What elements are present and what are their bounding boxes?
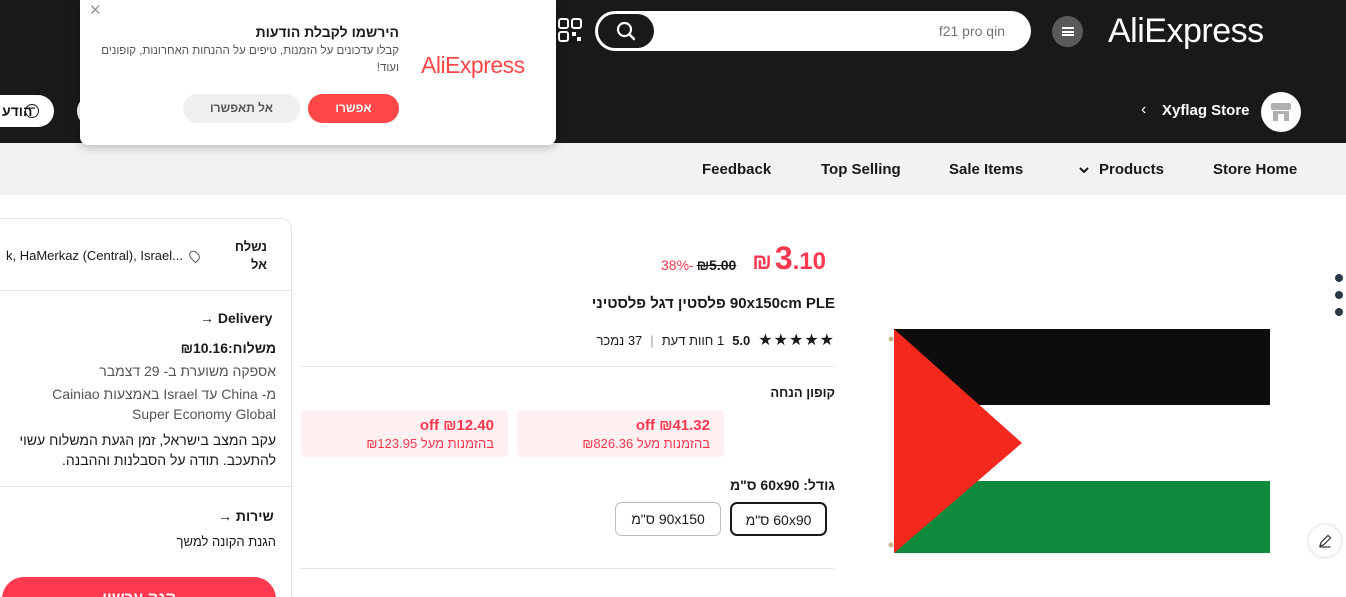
discount-percent: 38%-: [661, 257, 694, 273]
separator: |: [650, 332, 654, 348]
coupon-label: קופון הנחה: [770, 385, 835, 400]
menu-button[interactable]: [1052, 16, 1083, 47]
search-button[interactable]: [598, 14, 654, 48]
nav-sale-items[interactable]: Sale Items: [949, 161, 1023, 178]
size-label: גודל: 60x90 ס"מ: [729, 477, 835, 493]
menu-icon: [1061, 27, 1074, 36]
divider: [300, 568, 834, 569]
price-dec: .10: [792, 248, 826, 275]
ship-address[interactable]: k, HaMerkaz (Central), Israel...: [6, 248, 202, 263]
aliexpress-logo[interactable]: AliExpress: [1108, 12, 1264, 51]
search-bar: [595, 11, 1031, 51]
edit-button[interactable]: [1309, 525, 1341, 557]
arrow-right-icon: →: [200, 310, 214, 326]
search-input[interactable]: [665, 19, 1005, 43]
qr-code-icon[interactable]: [558, 18, 582, 42]
shipping-cost: משלוח:₪10.16: [180, 340, 276, 356]
sold-count: 37 נמכר: [596, 332, 643, 348]
divider: [300, 366, 834, 367]
shipping-notice: עקב המצב בישראל, זמן הגעת המשלוח עשוי לה…: [19, 432, 276, 468]
reviews-count[interactable]: 1 חוות דעת: [662, 333, 725, 348]
close-icon[interactable]: ✕: [89, 1, 102, 19]
coupon-amount: ₪41.32 off: [635, 417, 710, 434]
pencil-icon: [1319, 534, 1332, 548]
nav-top-selling[interactable]: Top Selling: [821, 161, 901, 178]
side-dots[interactable]: [1335, 274, 1343, 325]
chevron-left-icon[interactable]: ‹: [1141, 101, 1146, 119]
buy-now-button[interactable]: קנה עכשיו: [2, 577, 276, 597]
size-option[interactable]: 90x150 ס"מ: [615, 502, 721, 536]
nav-feedback[interactable]: Feedback: [702, 161, 771, 178]
store-avatar[interactable]: [1261, 92, 1301, 132]
delivery-label: Delivery: [217, 310, 273, 326]
coupon-card[interactable]: ₪12.40 off בהזמנות מעל ₪123.95: [301, 410, 508, 457]
search-icon: [616, 21, 636, 41]
rating-score: 5.0: [732, 332, 751, 348]
rating-row[interactable]: ★★★★★ 5.0 1 חוות דעת | 37 נמכר: [596, 330, 835, 350]
service-label: שירות: [235, 508, 274, 524]
price-currency: ₪: [752, 249, 772, 274]
ship-to-label: נשלח אל: [234, 239, 267, 272]
store-name[interactable]: Xyflag Store: [1162, 102, 1250, 119]
popup-logo: AliExpress: [421, 52, 525, 78]
deny-button[interactable]: אל תאפשרו: [183, 94, 300, 123]
popup-body: קבלו עדכונים על הזמנות, טיפים על ההנחות …: [101, 45, 399, 74]
coupon-amount: ₪12.40 off: [419, 417, 494, 434]
arrow-right-icon: →: [218, 508, 232, 524]
original-price: ₪5.00: [696, 257, 737, 273]
size-option-selected[interactable]: 60x90 ס"מ: [730, 502, 827, 536]
star-rating-icon: ★★★★★: [758, 332, 835, 349]
popup-title: הירשמו לקבלת הודעות: [255, 24, 399, 40]
delivery-title[interactable]: → Delivery: [200, 310, 272, 326]
address-text: k, HaMerkaz (Central), Israel...: [6, 248, 183, 263]
nav-store-home[interactable]: Store Home: [1213, 161, 1297, 178]
chat-icon: •••: [25, 104, 39, 118]
old-price: 38%- ₪5.00: [661, 257, 736, 273]
messages-button[interactable]: הודע •••: [0, 95, 54, 127]
coupon-condition: בהזמנות מעל ₪123.95: [366, 436, 494, 451]
divider: [0, 290, 292, 291]
buyer-protection: הגנת הקונה למשך: [176, 534, 276, 549]
product-image[interactable]: [888, 329, 1270, 553]
store-nav: Store Home Products Sale Items Top Selli…: [0, 143, 1346, 195]
divider: [0, 486, 292, 487]
coupon-condition: בהזמנות מעל ₪826.36: [582, 436, 710, 451]
delivery-eta: אספקה משוערת ב- 29 דצמבר: [99, 363, 276, 379]
service-title[interactable]: → שירות: [218, 508, 274, 524]
chevron-down-icon[interactable]: [1078, 164, 1090, 176]
store-icon: [1271, 103, 1291, 121]
coupon-card[interactable]: ₪41.32 off בהזמנות מעל ₪826.36: [517, 410, 724, 457]
allow-button[interactable]: אפשרו: [308, 94, 399, 123]
notification-popup: ✕ הירשמו לקבלת הודעות קבלו עדכונים על הז…: [80, 0, 556, 145]
price: ₪ 3 .10: [752, 240, 826, 277]
product-title: 90x150cm PLE פלסטין דגל פלסטיני: [591, 295, 835, 312]
palestine-flag-image: [888, 329, 1270, 553]
nav-products[interactable]: Products: [1099, 161, 1164, 178]
shipping-route: מ- China עד Israel באמצעות Cainiao Super…: [52, 386, 276, 422]
price-int: 3: [774, 240, 793, 276]
